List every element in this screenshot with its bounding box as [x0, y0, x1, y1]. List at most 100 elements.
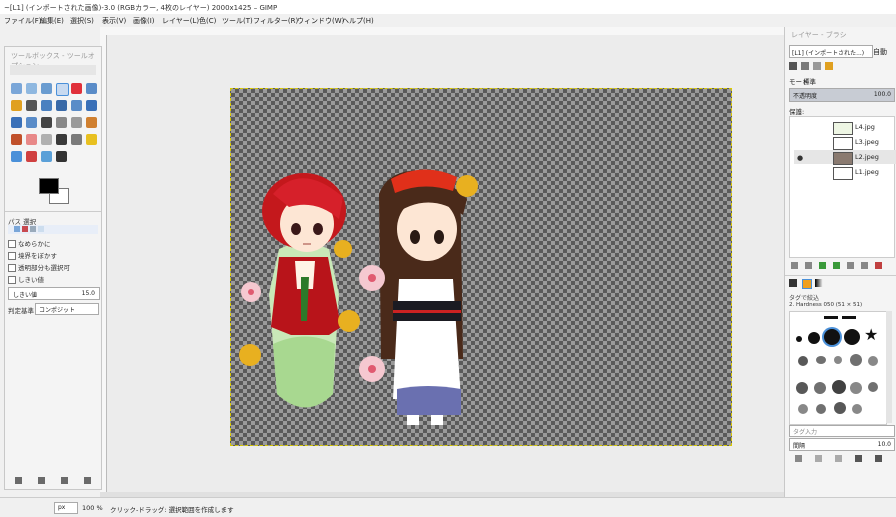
dodge-burn-tool-icon[interactable] [56, 151, 67, 162]
brush-item[interactable] [816, 356, 826, 364]
eye-visibility-icon[interactable]: ● [797, 154, 803, 162]
save-options-icon[interactable] [15, 477, 22, 484]
sample-merged-option[interactable]: しきい値 [8, 274, 44, 284]
brushes-tab-icon[interactable] [789, 279, 797, 287]
brush-item[interactable] [832, 380, 846, 394]
menu-windows[interactable]: ウィンドウ(W) [297, 16, 344, 26]
brush-item[interactable] [844, 329, 860, 345]
new-brush-icon[interactable] [815, 455, 822, 462]
duplicate-brush-icon[interactable] [835, 455, 842, 462]
image-canvas[interactable] [230, 88, 732, 446]
undo-tab-icon[interactable] [825, 62, 833, 70]
rotate-tool-icon[interactable] [56, 117, 67, 128]
brush-item[interactable] [796, 382, 808, 394]
brush-item[interactable] [842, 316, 856, 319]
scissors-tool-icon[interactable] [86, 83, 97, 94]
mode-buttons[interactable] [8, 225, 98, 234]
pencil-tool-icon[interactable] [86, 117, 97, 128]
menu-image[interactable]: 画像(I) [133, 16, 155, 26]
zoom-value[interactable]: 100 % [82, 504, 103, 512]
gradients-tab-icon[interactable] [815, 279, 823, 287]
fg-bg-color-selector[interactable] [39, 178, 71, 204]
scale-tool-icon[interactable] [71, 117, 82, 128]
brush-item[interactable] [808, 332, 820, 344]
feather-checkbox[interactable] [8, 252, 16, 260]
refresh-brushes-icon[interactable] [875, 455, 882, 462]
delete-layer-icon[interactable] [875, 262, 882, 269]
new-group-icon[interactable] [805, 262, 812, 269]
bucket-fill-tool-icon[interactable] [11, 151, 22, 162]
paths-tab-icon[interactable] [813, 62, 821, 70]
crop-tool-icon[interactable] [26, 117, 37, 128]
auto-button[interactable]: 自動 [873, 47, 887, 57]
duplicate-layer-icon[interactable] [847, 262, 854, 269]
zoom-tool-icon[interactable] [56, 100, 67, 111]
antialias-option[interactable]: なめらかに [8, 238, 51, 248]
align-tool-icon[interactable] [11, 117, 22, 128]
eraser-tool-icon[interactable] [26, 134, 37, 145]
blend-tool-icon[interactable] [26, 151, 37, 162]
brush-item[interactable] [796, 336, 802, 342]
menu-layer[interactable]: レイヤー(L) [162, 16, 199, 26]
menu-colors[interactable]: 色(C) [199, 16, 216, 26]
layer-name[interactable]: L4.jpg [855, 123, 875, 131]
brush-item[interactable] [850, 382, 862, 394]
patterns-tab-icon[interactable] [802, 279, 812, 289]
layer-row[interactable]: L3.jpeg [794, 135, 896, 150]
measure-tool-icon[interactable] [71, 100, 82, 111]
menu-edit[interactable]: 編集(E) [40, 16, 64, 26]
paintbrush-tool-icon[interactable] [11, 134, 22, 145]
paths-tool-icon[interactable] [26, 100, 37, 111]
layer-row[interactable]: L1.jpeg [794, 165, 896, 180]
restore-options-icon[interactable] [38, 477, 45, 484]
reset-options-icon[interactable] [84, 477, 91, 484]
brush-item[interactable] [834, 356, 842, 364]
brush-item[interactable] [798, 404, 808, 414]
lower-layer-icon[interactable] [833, 262, 840, 269]
threshold-slider[interactable]: しきい値 15.0 [8, 287, 100, 300]
star-brush-icon[interactable]: ★ [864, 325, 878, 344]
brush-item[interactable] [824, 316, 838, 319]
brush-item[interactable] [824, 329, 840, 345]
heal-tool-icon[interactable] [86, 134, 97, 145]
transparent-checkbox[interactable] [8, 264, 16, 272]
rect-select-tool-icon[interactable] [11, 83, 22, 94]
menu-select[interactable]: 選択(S) [70, 16, 94, 26]
opacity-slider[interactable]: 不透明度 100.0 [789, 88, 895, 102]
brush-item[interactable] [816, 404, 826, 414]
brush-grid[interactable]: ★ [789, 311, 887, 425]
text-tool-icon[interactable] [41, 117, 52, 128]
select-by-dropdown[interactable]: コンポジット [35, 303, 99, 315]
spacing-slider[interactable]: 間隔 10.0 [789, 438, 895, 451]
sample-merged-checkbox[interactable] [8, 276, 16, 284]
channels-tab-icon[interactable] [801, 62, 809, 70]
transparent-option[interactable]: 透明部分も選択可 [8, 262, 70, 272]
menu-tools[interactable]: ツール(T) [222, 16, 253, 26]
color-picker-tool-icon[interactable] [41, 100, 52, 111]
smudge-tool-icon[interactable] [41, 151, 52, 162]
menu-view[interactable]: 表示(V) [102, 16, 126, 26]
move-tool-icon[interactable] [86, 100, 97, 111]
brush-item[interactable] [868, 356, 878, 366]
foreground-color-swatch[interactable] [39, 178, 59, 194]
ink-tool-icon[interactable] [56, 134, 67, 145]
brush-item[interactable] [850, 354, 862, 366]
ellipse-select-tool-icon[interactable] [26, 83, 37, 94]
anchor-layer-icon[interactable] [861, 262, 868, 269]
fuzzy-select-tool-icon[interactable] [56, 83, 69, 96]
layer-name[interactable]: L1.jpeg [855, 168, 879, 176]
clone-tool-icon[interactable] [71, 134, 82, 145]
layer-name[interactable]: L2.jpeg [855, 153, 879, 161]
tag-input[interactable]: タグ入力 [789, 425, 895, 437]
brush-item[interactable] [814, 382, 826, 394]
brush-item[interactable] [852, 404, 862, 414]
free-select-tool-icon[interactable] [41, 83, 52, 94]
brush-item[interactable] [834, 402, 846, 414]
feather-option[interactable]: 境界をぼかす [8, 250, 57, 260]
layer-row[interactable]: L4.jpg [794, 120, 896, 135]
menu-filters[interactable]: フィルター(R) [253, 16, 298, 26]
brush-grid-scrollbar[interactable] [886, 311, 892, 423]
brush-item[interactable] [798, 356, 808, 366]
menu-file[interactable]: ファイル(F) [4, 16, 42, 26]
airbrush-tool-icon[interactable] [41, 134, 52, 145]
